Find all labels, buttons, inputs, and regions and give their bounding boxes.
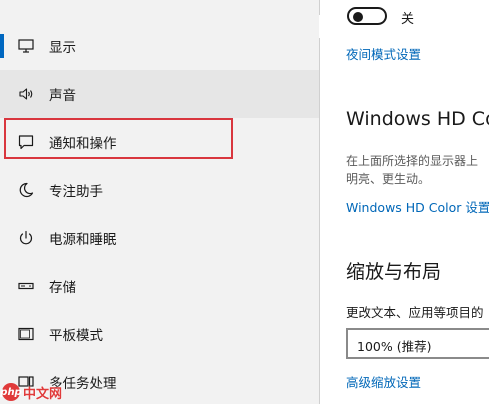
sidebar-item-storage[interactable]: 存储 bbox=[0, 262, 319, 310]
storage-icon bbox=[17, 277, 35, 295]
scrollbar-track[interactable] bbox=[319, 38, 320, 404]
toggle-knob bbox=[353, 12, 363, 22]
monitor-icon bbox=[17, 37, 35, 55]
sidebar-item-power-sleep[interactable]: 电源和睡眠 bbox=[0, 214, 319, 262]
hd-color-description: 明亮、更生动。 bbox=[346, 172, 431, 186]
sidebar-item-notifications[interactable]: 通知和操作 bbox=[0, 118, 319, 166]
scale-dropdown[interactable]: 100% (推荐) bbox=[346, 328, 489, 359]
scale-layout-title: 缩放与布局 bbox=[346, 261, 442, 283]
hd-color-description: 在上面所选择的显示器上 bbox=[346, 154, 479, 168]
tablet-icon bbox=[17, 325, 35, 343]
advanced-scaling-link[interactable]: 高级缩放设置 bbox=[346, 372, 421, 391]
sidebar-item-tablet-mode[interactable]: 平板模式 bbox=[0, 310, 319, 358]
sidebar-item-focus-assist[interactable]: 专注助手 bbox=[0, 166, 319, 214]
scrollbar-track[interactable] bbox=[319, 0, 320, 15]
night-light-settings-link[interactable]: 夜间模式设置 bbox=[346, 44, 421, 63]
speaker-icon bbox=[17, 85, 35, 103]
scale-dropdown-value: 100% (推荐) bbox=[357, 339, 432, 354]
power-icon bbox=[17, 229, 35, 247]
sidebar-item-label: 存储 bbox=[49, 280, 76, 296]
toggle-state-label: 关 bbox=[401, 12, 415, 27]
settings-sidebar: 显示 声音 通知和操作 专注助手 电源和睡眠 存储 平板模式 多任务处理 bbox=[0, 0, 319, 404]
display-settings-panel: 关 夜间模式设置 Windows HD Co 在上面所选择的显示器上 明亮、更生… bbox=[319, 0, 489, 404]
scale-description-label: 更改文本、应用等项目的 bbox=[346, 305, 484, 320]
sidebar-item-label: 通知和操作 bbox=[49, 136, 117, 152]
moon-icon bbox=[17, 181, 35, 199]
multitask-icon bbox=[17, 373, 35, 391]
sidebar-item-display[interactable]: 显示 bbox=[0, 22, 319, 70]
hd-color-title: Windows HD Co bbox=[346, 108, 489, 130]
selected-indicator bbox=[0, 34, 4, 58]
sidebar-item-label: 多任务处理 bbox=[49, 376, 117, 392]
sidebar-item-label: 电源和睡眠 bbox=[49, 232, 117, 248]
sidebar-item-label: 显示 bbox=[49, 40, 76, 56]
sidebar-item-sound[interactable]: 声音 bbox=[0, 70, 319, 118]
sidebar-item-label: 专注助手 bbox=[49, 184, 103, 200]
night-light-toggle[interactable] bbox=[347, 7, 387, 25]
hd-color-settings-link[interactable]: Windows HD Color 设置 bbox=[346, 197, 489, 216]
sidebar-item-label: 声音 bbox=[49, 88, 76, 104]
sidebar-item-multitasking[interactable]: 多任务处理 bbox=[0, 358, 319, 406]
notification-icon bbox=[17, 133, 35, 151]
sidebar-item-label: 平板模式 bbox=[49, 328, 103, 344]
